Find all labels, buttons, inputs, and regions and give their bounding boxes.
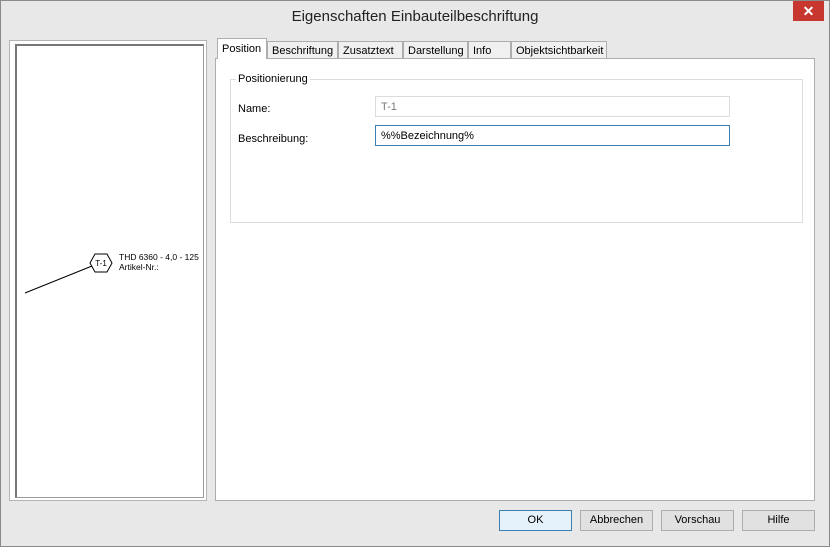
ok-button[interactable]: OK: [499, 510, 572, 531]
group-title: Positionierung: [236, 73, 310, 85]
preview-pane: T-1 THD 6360 - 4,0 - 125 Artikel-Nr.:: [9, 40, 207, 501]
help-button[interactable]: Hilfe: [742, 510, 815, 531]
beschreibung-field[interactable]: %%Bezeichnung%: [375, 125, 730, 146]
beschreibung-label: Beschreibung:: [238, 133, 309, 145]
tab-darstellung[interactable]: Darstellung: [403, 41, 468, 58]
tab-beschriftung[interactable]: Beschriftung: [267, 41, 338, 58]
name-label: Name:: [238, 103, 271, 115]
tab-objektsichtbarkeit[interactable]: Objektsichtbarkeit: [511, 41, 607, 58]
preview-drawing: T-1 THD 6360 - 4,0 - 125 Artikel-Nr.:: [24, 252, 199, 294]
tab-position[interactable]: Position: [217, 38, 267, 59]
window-title: Eigenschaften Einbauteilbeschriftung: [291, 8, 539, 25]
name-field[interactable]: T-1: [375, 96, 730, 117]
tab-zusatztext[interactable]: Zusatztext: [338, 41, 403, 58]
close-icon[interactable]: ✕: [793, 1, 824, 21]
leader-line: [24, 265, 93, 294]
cancel-button[interactable]: Abbrechen: [580, 510, 653, 531]
label-text-line2: Artikel-Nr.:: [119, 262, 159, 272]
symbol-label: T-1: [95, 259, 107, 268]
tab-info[interactable]: Info: [468, 41, 511, 58]
preview-canvas: T-1 THD 6360 - 4,0 - 125 Artikel-Nr.:: [15, 44, 204, 498]
title-bar[interactable]: Eigenschaften Einbauteilbeschriftung ✕: [1, 1, 829, 31]
preview-button[interactable]: Vorschau: [661, 510, 734, 531]
label-text-line1: THD 6360 - 4,0 - 125: [119, 252, 199, 262]
